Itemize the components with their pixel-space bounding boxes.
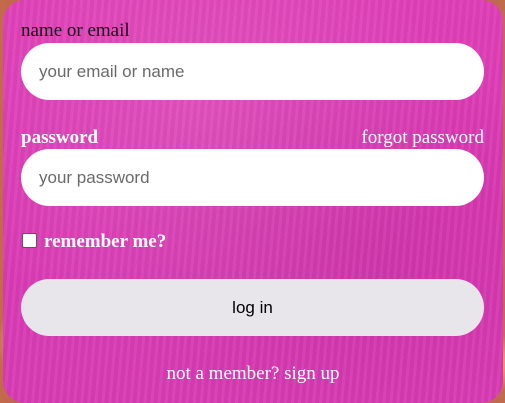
remember-me-checkbox[interactable] <box>22 233 37 248</box>
login-button[interactable]: log in <box>21 279 484 336</box>
forgot-password-link[interactable]: forgot password <box>361 127 484 149</box>
name-label: name or email <box>21 20 130 41</box>
remember-me-label[interactable]: remember me? <box>44 231 166 253</box>
signup-link[interactable]: not a member? sign up <box>3 363 503 385</box>
name-input[interactable] <box>21 43 484 100</box>
password-label: password <box>21 127 99 148</box>
password-input[interactable] <box>21 149 484 206</box>
login-card: name or email password forgot password r… <box>3 0 503 403</box>
